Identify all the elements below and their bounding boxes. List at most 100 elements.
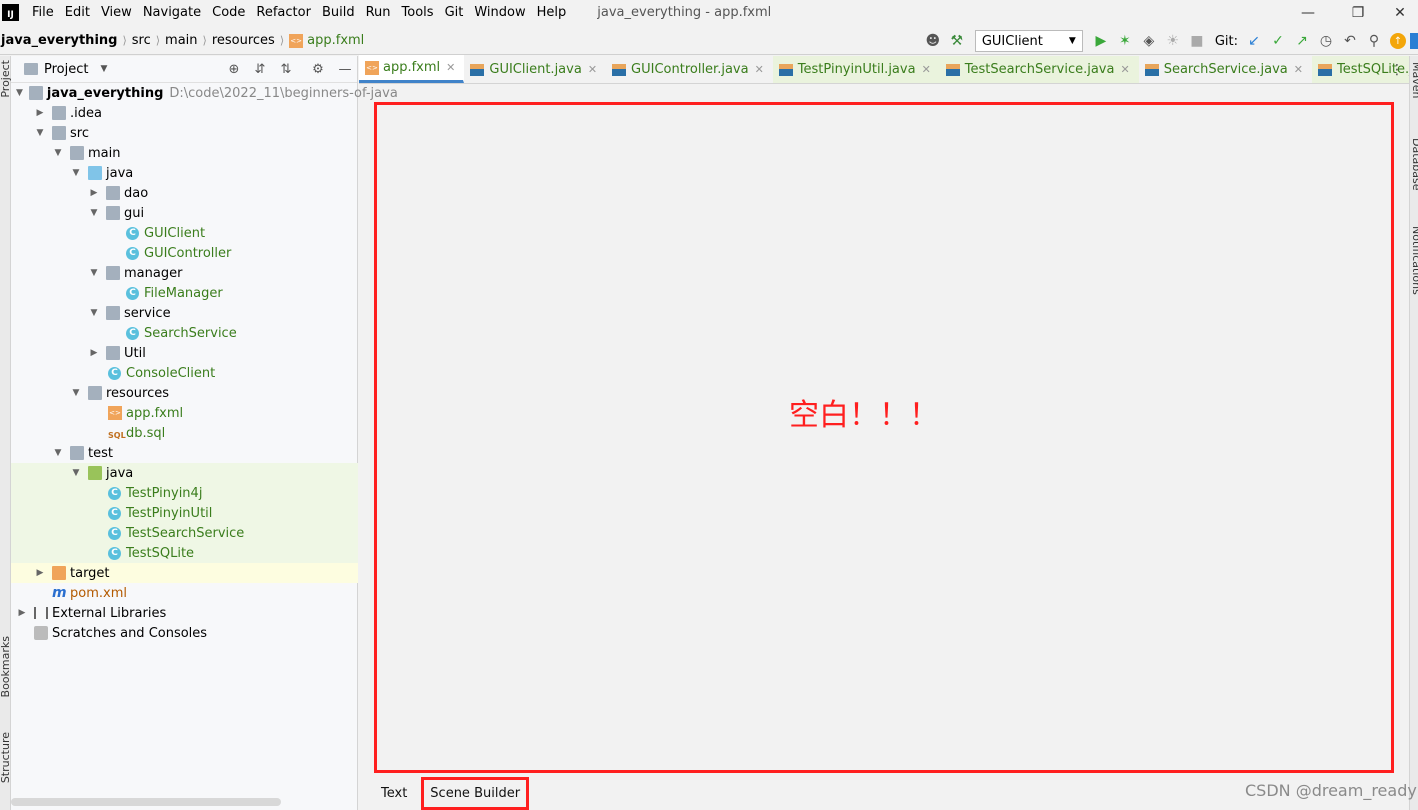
tree-item-guicontroller[interactable]: C GUIController [11, 243, 358, 263]
menu-build[interactable]: Build [317, 5, 361, 20]
hide-panel-icon[interactable]: — [336, 60, 354, 78]
tab-guicontroller[interactable]: GUIController.java ✕ [606, 56, 773, 83]
tree-item-resources[interactable]: ▼ resources [11, 383, 358, 403]
close-tab-icon[interactable]: ✕ [1294, 63, 1303, 76]
tree-item-gui[interactable]: ▼ gui [11, 203, 358, 223]
horizontal-scrollbar[interactable] [11, 798, 281, 806]
tree-item-searchservice[interactable]: C SearchService [11, 323, 358, 343]
tree-item-dao[interactable]: ▶ dao [11, 183, 358, 203]
tree-item-test-java[interactable]: ▼ java [11, 463, 358, 483]
menu-code[interactable]: Code [207, 5, 251, 20]
tree-item-java[interactable]: ▼ java [11, 163, 358, 183]
search-icon[interactable]: ⚲ [1362, 29, 1386, 53]
chevron-right-icon: ⟩ [202, 34, 207, 47]
breadcrumb-src[interactable]: src [132, 33, 151, 48]
breadcrumb-main[interactable]: main [165, 33, 197, 48]
menu-navigate[interactable]: Navigate [138, 5, 207, 20]
tree-item-app-fxml[interactable]: <> app.fxml [11, 403, 358, 423]
tab-scene-builder[interactable]: Scene Builder [421, 776, 530, 810]
tree-item-external-libraries[interactable]: ▶ External Libraries [11, 603, 358, 623]
plugin-icon[interactable] [1410, 33, 1418, 49]
tree-item-testpinyinutil[interactable]: C TestPinyinUtil [11, 503, 358, 523]
breadcrumb-resources[interactable]: resources [212, 33, 275, 48]
more-tabs-icon[interactable]: ⋮ [1390, 62, 1404, 78]
menu-help[interactable]: Help [532, 5, 573, 20]
tree-item-manager[interactable]: ▼ manager [11, 263, 358, 283]
profile-icon[interactable]: ☀ [1161, 29, 1185, 53]
tab-app-fxml[interactable]: <> app.fxml ✕ [359, 55, 465, 83]
tree-item-main[interactable]: ▼ main [11, 143, 358, 163]
close-tab-icon[interactable]: ✕ [446, 61, 455, 74]
package-icon [106, 346, 120, 360]
menu-view[interactable]: View [96, 5, 138, 20]
close-icon[interactable]: ✕ [1382, 0, 1418, 25]
tool-window-maven[interactable]: Maven [1410, 62, 1418, 98]
tree-item-target[interactable]: ▶ target [11, 563, 358, 583]
tab-guiclient[interactable]: GUIClient.java ✕ [464, 56, 606, 83]
close-tab-icon[interactable]: ✕ [755, 63, 764, 76]
tab-searchservice[interactable]: SearchService.java ✕ [1139, 56, 1312, 83]
intellij-logo-icon[interactable]: IJ [2, 4, 19, 21]
project-path: D:\code\2022_11\beginners-of-java [169, 85, 398, 101]
tree-item-scratches[interactable]: Scratches and Consoles [11, 623, 358, 643]
project-view-icon [24, 63, 38, 75]
git-push-icon[interactable]: ↗ [1290, 29, 1314, 53]
tree-label: Scratches and Consoles [52, 625, 208, 641]
tree-item-util[interactable]: ▶ Util [11, 343, 358, 363]
tree-item-guiclient[interactable]: C GUIClient [11, 223, 358, 243]
tab-text[interactable]: Text [371, 777, 417, 809]
close-tab-icon[interactable]: ✕ [1120, 63, 1129, 76]
chevron-down-icon[interactable]: ▼ [100, 64, 107, 74]
project-panel-title[interactable]: Project [44, 62, 88, 77]
menu-edit[interactable]: Edit [60, 5, 96, 20]
close-tab-icon[interactable]: ✕ [588, 63, 597, 76]
stop-icon[interactable]: ■ [1185, 29, 1209, 53]
menu-git[interactable]: Git [440, 5, 470, 20]
chevron-right-icon: ▶ [90, 188, 98, 198]
menu-window[interactable]: Window [469, 5, 531, 20]
tab-testpinyinutil[interactable]: TestPinyinUtil.java ✕ [772, 56, 940, 83]
debug-icon[interactable]: ✶ [1113, 29, 1137, 53]
menu-tools[interactable]: Tools [397, 5, 440, 20]
git-update-icon[interactable]: ↙ [1242, 29, 1266, 53]
close-tab-icon[interactable]: ✕ [922, 63, 931, 76]
menu-run[interactable]: Run [361, 5, 397, 20]
git-commit-icon[interactable]: ✓ [1266, 29, 1290, 53]
tool-window-notifications[interactable]: Notifications [1410, 226, 1418, 295]
tree-item-testpinyin4j[interactable]: C TestPinyin4j [11, 483, 358, 503]
tree-item-idea[interactable]: ▶ .idea [11, 103, 358, 123]
tool-window-database[interactable]: Database [1410, 138, 1418, 191]
run-icon[interactable]: ▶ [1089, 29, 1113, 53]
tree-item-testsqlite[interactable]: C TestSQLite [11, 543, 358, 563]
tree-item-test[interactable]: ▼ test [11, 443, 358, 463]
expand-all-icon[interactable]: ⇵ [251, 60, 269, 78]
run-configuration-select[interactable]: GUIClient ▼ [974, 30, 1083, 52]
project-panel: Project ▼ ⊕ ⇵ ⇅ ⚙ — ▼ java_everything D:… [11, 56, 398, 810]
tree-item-src[interactable]: ▼ src [11, 123, 358, 143]
locate-icon[interactable]: ⊕ [225, 60, 243, 78]
tree-item-testsearchservice[interactable]: C TestSearchService [11, 523, 358, 543]
breadcrumb-project[interactable]: java_everything [1, 33, 117, 48]
git-history-icon[interactable]: ◷ [1314, 29, 1338, 53]
tree-item-project-root[interactable]: ▼ java_everything D:\code\2022_11\beginn… [11, 83, 398, 103]
gear-icon[interactable]: ⚙ [309, 60, 327, 78]
breadcrumb-file[interactable]: app.fxml [307, 33, 364, 48]
menu-refactor[interactable]: Refactor [251, 5, 317, 20]
tab-testsearchservice[interactable]: TestSearchService.java ✕ [939, 56, 1139, 83]
tree-item-pom[interactable]: m pom.xml [11, 583, 358, 603]
maximize-icon[interactable]: ❐ [1340, 0, 1376, 25]
build-hammer-icon[interactable]: ⚒ [945, 29, 969, 53]
user-icon[interactable]: ☻ [921, 29, 945, 53]
tree-item-service[interactable]: ▼ service [11, 303, 358, 323]
coverage-icon[interactable]: ◈ [1137, 29, 1161, 53]
scene-builder-canvas[interactable]: 空白！！！ [374, 102, 1394, 773]
tree-item-consoleclient[interactable]: C ConsoleClient [11, 363, 358, 383]
chevron-down-icon: ▼ [72, 468, 80, 478]
collapse-all-icon[interactable]: ⇅ [277, 60, 295, 78]
tree-item-filemanager[interactable]: C FileManager [11, 283, 358, 303]
updates-icon[interactable]: ↑ [1386, 29, 1410, 53]
menu-file[interactable]: File [27, 5, 60, 20]
git-rollback-icon[interactable]: ↶ [1338, 29, 1362, 53]
tree-item-db-sql[interactable]: SQL db.sql [11, 423, 358, 443]
minimize-icon[interactable]: — [1290, 0, 1326, 25]
